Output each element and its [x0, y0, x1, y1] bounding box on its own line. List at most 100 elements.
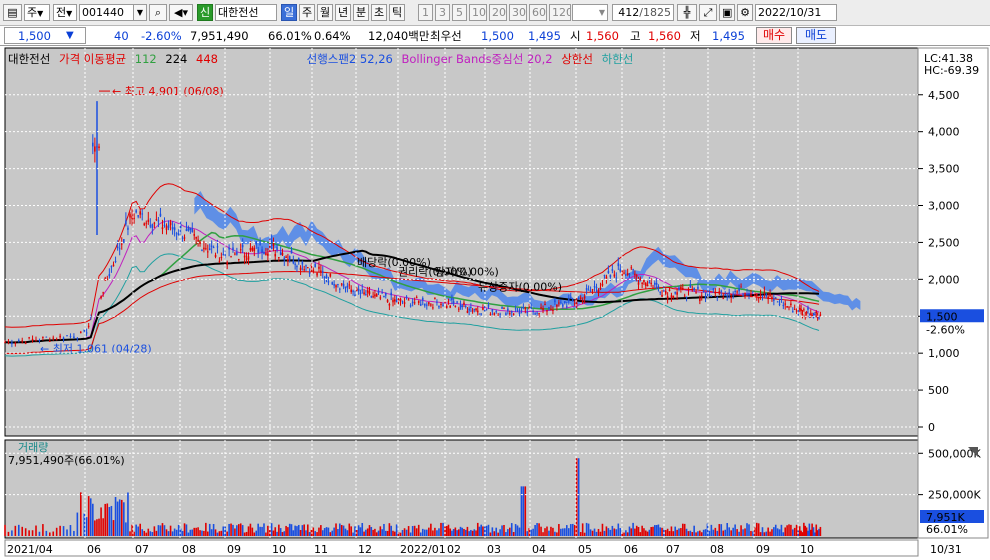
volume-bar [780, 524, 783, 536]
candle-body [263, 251, 265, 255]
volume-bar [141, 529, 144, 536]
volume-bar [757, 523, 760, 536]
candle-body [274, 253, 277, 257]
volume-bar [195, 527, 197, 536]
layout-icon[interactable]: ▤ [3, 4, 22, 21]
volume-bar [476, 522, 479, 536]
candle-body [42, 336, 44, 338]
candle-body [654, 282, 656, 285]
interval-button-3[interactable]: 3 [435, 4, 450, 21]
volume-bar [812, 527, 815, 536]
candle-body [748, 293, 750, 295]
candle-body [759, 294, 762, 296]
volume-bar [628, 526, 631, 536]
candle-body [786, 306, 788, 308]
candle-body [17, 339, 20, 342]
candle-body [139, 211, 142, 215]
candle-body [659, 291, 662, 293]
period-tab-3[interactable]: 년 [335, 4, 351, 21]
candle-body [542, 308, 544, 311]
volume-bar [301, 525, 304, 536]
stock-name-field[interactable]: 대한전선 [215, 4, 277, 21]
sell-button[interactable]: 매도 [796, 27, 836, 44]
candle-body [577, 297, 580, 299]
volume-bar [270, 523, 273, 536]
price-chart[interactable]: ← 최고 4,901 (06/08)← 최저 1,061 (04/28)배당락(… [0, 46, 990, 560]
candle-body [630, 267, 633, 269]
search-icon[interactable]: ⌕ [149, 4, 167, 21]
period-tab-6[interactable]: 틱 [389, 4, 405, 21]
period-tab-5[interactable]: 초 [371, 4, 387, 21]
candle-type-icon[interactable]: ╬ [677, 4, 697, 21]
candle-body [780, 298, 783, 301]
candle-body [342, 283, 345, 287]
buy-button[interactable]: 매수 [756, 27, 792, 44]
candle-body [650, 282, 652, 284]
candle-body [335, 285, 337, 288]
volume-bar [361, 522, 364, 536]
volume-bar [278, 524, 280, 536]
interval-button-60[interactable]: 60 [529, 4, 547, 21]
interval-button-20[interactable]: 20 [489, 4, 507, 21]
candle-body [643, 280, 645, 283]
interval-button-1[interactable]: 1 [418, 4, 433, 21]
count-display[interactable]: 412/1825 [612, 4, 674, 21]
volume-bar [646, 531, 649, 536]
volume-bar [42, 524, 44, 536]
market-select[interactable]: 주▼ [24, 4, 50, 21]
candle-body [249, 248, 252, 251]
period-tab-1[interactable]: 주 [299, 4, 315, 21]
volume-bar [495, 527, 498, 536]
candle-body [625, 274, 627, 276]
candle-body [607, 271, 610, 274]
candle-body [281, 252, 284, 256]
draw-line-icon[interactable]: ⤢ [699, 4, 717, 21]
volume-bar [773, 527, 775, 536]
type-select[interactable]: 전▼ [53, 4, 77, 21]
code-dropdown-button[interactable]: ▼ [133, 4, 147, 21]
candle-body [683, 295, 686, 297]
period-tab-2[interactable]: 월 [317, 4, 333, 21]
volume-bar [432, 530, 434, 536]
volume-bar [320, 525, 322, 536]
volume-bar [255, 530, 258, 536]
candle-body [21, 340, 24, 342]
volume-bar [746, 523, 748, 536]
speaker-icon[interactable]: ◀▾ [169, 4, 193, 21]
volume-bar [421, 528, 424, 536]
interval-button-120[interactable]: 120 [549, 4, 571, 21]
volume-bar [413, 525, 416, 536]
candle-body [782, 304, 785, 307]
interval-button-10[interactable]: 10 [469, 4, 487, 21]
volume-bar [501, 525, 503, 536]
volume-bar [738, 531, 740, 536]
candle-body [157, 220, 160, 222]
date-field[interactable]: 2022/10/31 [755, 4, 837, 21]
volume-bar [249, 523, 252, 536]
volume-bar [372, 529, 374, 536]
interval-button-5[interactable]: 5 [452, 4, 467, 21]
candle-body [133, 217, 135, 219]
candle-body [746, 293, 748, 296]
candle-body [403, 302, 406, 304]
candle-body [143, 223, 146, 226]
candle-body [676, 292, 678, 295]
volume-bar [283, 531, 286, 536]
volume-bar [691, 532, 694, 536]
interval-button-30[interactable]: 30 [509, 4, 527, 21]
gear-icon[interactable]: ⚙ [737, 4, 753, 21]
period-tab-0[interactable]: 일 [281, 4, 297, 21]
period-tab-4[interactable]: 분 [353, 4, 369, 21]
candle-body [718, 291, 721, 294]
candle-body [566, 306, 568, 308]
interval-select[interactable]: ▼ [572, 4, 608, 21]
candle-body [137, 215, 139, 217]
volume-bar [644, 530, 647, 536]
candle-body [245, 258, 248, 260]
save-icon[interactable]: ▣ [719, 4, 735, 21]
candle [45, 336, 48, 338]
candle-body [11, 342, 13, 345]
candle-body [253, 247, 256, 252]
candle-body [716, 297, 719, 299]
candle-body [149, 225, 152, 227]
